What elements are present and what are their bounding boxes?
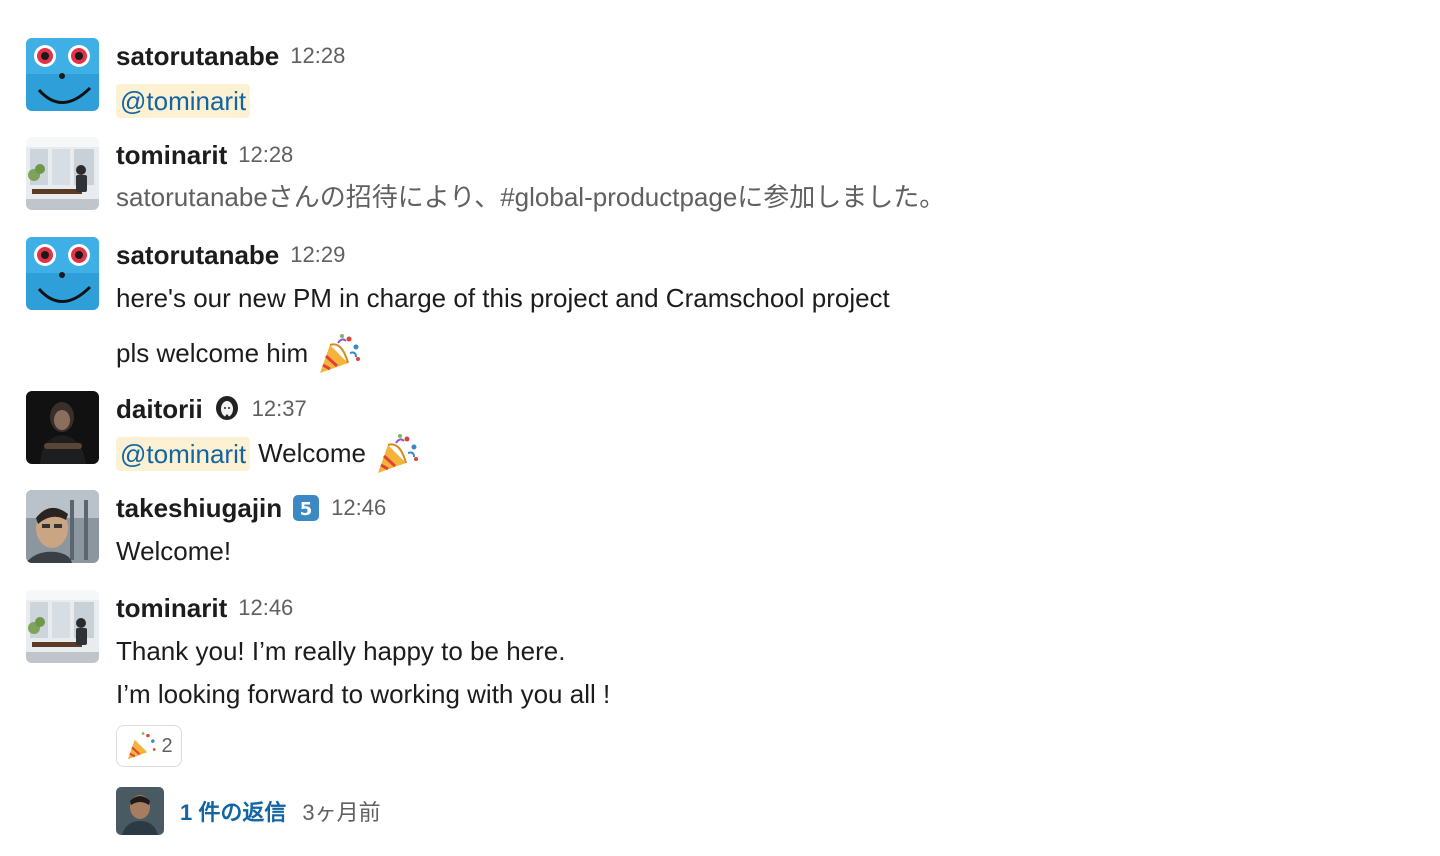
thread-last-reply-time: 3ヶ月前 [302,800,381,825]
author-name[interactable]: takeshiugajin [116,493,282,524]
timestamp[interactable]: 12:28 [238,142,293,168]
message-text: Thank you! I’m really happy to be here. [116,636,566,666]
message-text: here's our new PM in charge of this proj… [116,283,890,313]
message-text: I’m looking forward to working with you … [116,679,611,709]
author-name[interactable]: tominarit [116,140,227,171]
office-photo-avatar[interactable] [26,137,99,210]
timestamp[interactable]: 12:46 [331,495,386,521]
long-hair-face-icon[interactable] [213,395,241,423]
timestamp[interactable]: 12:29 [290,242,345,268]
author-name[interactable]: daitorii [116,394,203,425]
svg-text:5: 5 [300,499,313,520]
timestamp[interactable]: 12:37 [252,396,307,422]
keycap-5-icon[interactable]: 5 [292,494,320,522]
message-text: Welcome [258,438,366,468]
author-name[interactable]: tominarit [116,593,227,624]
author-name[interactable]: satorutanabe [116,41,279,72]
message-text: Welcome! [116,536,232,566]
party-popper-icon [374,431,420,477]
thread-replies-link[interactable]: 1 件の返信 [180,795,286,827]
timestamp[interactable]: 12:46 [238,595,293,621]
timestamp[interactable]: 12:28 [290,43,345,69]
thread-summary[interactable]: 1 件の返信 3ヶ月前 [116,787,381,835]
office-photo-avatar[interactable] [26,590,99,663]
reaction-pill[interactable]: 2 [116,725,182,767]
message-feed: satorutanabe 12:28 @tominarit tominarit … [0,0,1440,856]
reply-user-avatar[interactable] [116,787,164,835]
system-message-text: satorutanabeさんの招待により、#global-productpage… [116,182,946,212]
message-text: pls welcome him [116,338,309,368]
party-popper-icon [128,732,157,760]
dark-portrait-avatar[interactable] [26,391,99,464]
party-popper-icon [316,331,362,377]
user-mention[interactable]: @tominarit [116,83,251,118]
author-name[interactable]: satorutanabe [116,240,279,271]
reaction-count: 2 [161,734,173,757]
blue-monster-avatar[interactable] [26,237,99,310]
user-mention[interactable]: @tominarit [116,436,251,471]
blue-monster-avatar[interactable] [26,38,99,111]
selfie-avatar[interactable] [26,490,99,563]
